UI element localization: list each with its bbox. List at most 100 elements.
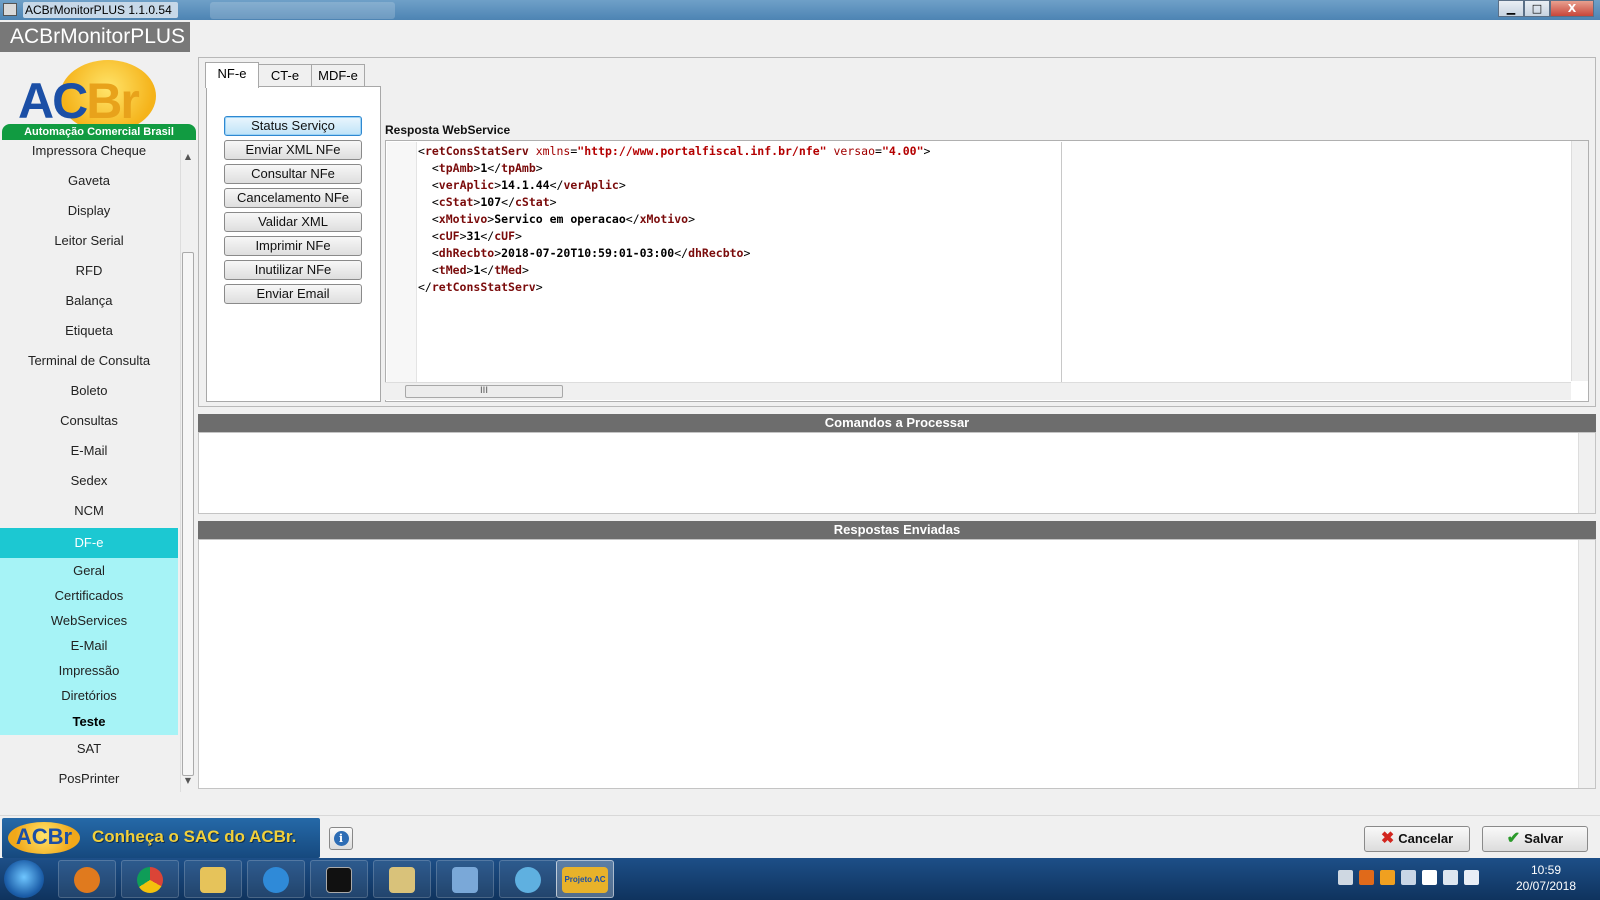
scroll-down-icon[interactable]: ▼ (182, 776, 194, 790)
comandos-scrollbar[interactable] (1578, 433, 1595, 513)
xml-line: <tMed>1</tMed> (431, 263, 529, 277)
keyboard-icon[interactable] (1338, 870, 1353, 885)
response-hscrollbar[interactable]: III (385, 382, 1571, 400)
sidebar-item-consultas[interactable]: Consultas (0, 408, 178, 434)
respostas-enviadas-header: Respostas Enviadas (198, 521, 1596, 539)
start-button[interactable] (4, 860, 44, 898)
sidebar-subitem-geral[interactable]: Geral (0, 558, 178, 583)
xml-line-root-close: </retConsStatServ> (418, 280, 543, 294)
comandos-a-processar-pane[interactable] (198, 432, 1596, 514)
terminal-icon (326, 867, 352, 893)
taskbar-clock[interactable]: 10:59 20/07/2018 (1508, 862, 1584, 894)
sidebar-menu: Impressora Cheque Gaveta Display Leitor … (0, 142, 178, 792)
cancel-label: Cancelar (1398, 831, 1454, 846)
xml-line: <xMotivo>Servico em operacao</xMotivo> (431, 212, 696, 226)
sidebar-item-rfd[interactable]: RFD (0, 258, 178, 284)
minimize-button[interactable]: ▁ (1498, 0, 1524, 17)
sidebar-item-sedex[interactable]: Sedex (0, 468, 178, 494)
maximize-button[interactable]: □ (1524, 0, 1550, 17)
response-hscroll-thumb[interactable]: III (405, 385, 563, 398)
enviar-email-button[interactable]: Enviar Email (224, 284, 362, 304)
sidebar-item-ncm[interactable]: NCM (0, 498, 178, 524)
scroll-up-icon[interactable]: ▲ (182, 152, 194, 166)
media-player-icon (74, 867, 100, 893)
app-name: ACBrMonitorPLUS (0, 22, 190, 52)
taskbar-cmd[interactable] (310, 860, 368, 898)
flag-icon[interactable] (1422, 870, 1437, 885)
internet-explorer-icon (263, 867, 289, 893)
taskbar-file-manager[interactable] (373, 860, 431, 898)
tab-mdfe[interactable]: MDF-e (311, 64, 365, 86)
window-title: ACBrMonitorPLUS 1.1.0.54 (23, 2, 178, 18)
app-header (0, 20, 1600, 52)
app-tray-icon[interactable] (1359, 870, 1374, 885)
taskbar-control-panel[interactable] (436, 860, 494, 898)
sidebar-subitem-email[interactable]: E-Mail (0, 633, 178, 658)
logo-letters: ACBr (18, 73, 140, 129)
network-icon[interactable] (1443, 870, 1458, 885)
taskbar-chrome[interactable] (121, 860, 179, 898)
taskbar-explorer[interactable] (184, 860, 242, 898)
sidebar-item-email[interactable]: E-Mail (0, 438, 178, 464)
cancelamento-nfe-button[interactable]: Cancelamento NFe (224, 188, 362, 208)
folder-icon (200, 867, 226, 893)
cancel-button[interactable]: ✖ Cancelar (1364, 826, 1470, 852)
xml-line-root-open: <retConsStatServ xmlns="http://www.porta… (418, 144, 931, 158)
sidebar-item-impressora-cheque[interactable]: Impressora Cheque (0, 142, 178, 160)
response-gutter (387, 142, 417, 387)
tab-cte[interactable]: CT-e (258, 64, 312, 86)
sidebar-subitem-diretorios[interactable]: Diretórios (0, 683, 178, 708)
validar-xml-button[interactable]: Validar XML (224, 212, 362, 232)
sidebar-subitem-certificados[interactable]: Certificados (0, 583, 178, 608)
sidebar-item-dfe[interactable]: DF-e (0, 528, 178, 558)
imprimir-nfe-button[interactable]: Imprimir NFe (224, 236, 362, 256)
taskbar-network-app[interactable] (499, 860, 557, 898)
display-icon[interactable] (1401, 870, 1416, 885)
control-panel-icon (452, 867, 478, 893)
sidebar-subitem-impressao[interactable]: Impressão (0, 658, 178, 683)
xml-line: <tpAmb>1</tpAmb> (431, 161, 543, 175)
sidebar-scroll-thumb[interactable] (182, 252, 194, 776)
window-titlebar: ACBrMonitorPLUS 1.1.0.54 ▁ □ X (0, 0, 1600, 20)
taskbar-media-player[interactable] (58, 860, 116, 898)
sidebar-item-boleto[interactable]: Boleto (0, 378, 178, 404)
acbr-logo: ACBr Automação Comercial Brasil (0, 58, 196, 142)
xml-line: <dhRecbto>2018-07-20T10:59:01-03:00</dhR… (431, 246, 751, 260)
background-window-tab (210, 2, 395, 19)
sac-banner[interactable]: ACBr Conheça o SAC do ACBr. (2, 818, 320, 858)
enviar-xml-nfe-button[interactable]: Enviar XML NFe (224, 140, 362, 160)
files-icon (389, 867, 415, 893)
sidebar-item-posprinter[interactable]: PosPrinter (0, 766, 178, 792)
save-button[interactable]: ✔ Salvar (1482, 826, 1588, 852)
close-button[interactable]: X (1550, 0, 1594, 17)
response-vscrollbar[interactable] (1571, 141, 1588, 381)
sidebar-subitem-webservices[interactable]: WebServices (0, 608, 178, 633)
consultar-nfe-button[interactable]: Consultar NFe (224, 164, 362, 184)
sidebar-scrollbar[interactable]: ▲ ▼ (180, 150, 194, 792)
sidebar-subitem-teste[interactable]: Teste (0, 708, 178, 735)
sidebar-item-leitor-serial[interactable]: Leitor Serial (0, 228, 178, 254)
inutilizar-nfe-button[interactable]: Inutilizar NFe (224, 260, 362, 280)
respostas-enviadas-pane[interactable] (198, 539, 1596, 789)
logo-tagline: Automação Comercial Brasil (2, 124, 196, 140)
update-icon[interactable] (1380, 870, 1395, 885)
window-controls: ▁ □ X (1498, 0, 1594, 17)
xml-line: <cUF>31</cUF> (431, 229, 522, 243)
checkmark-icon: ✔ (1506, 830, 1521, 847)
sidebar-item-balanca[interactable]: Balança (0, 288, 178, 314)
sidebar-item-terminal-de-consulta[interactable]: Terminal de Consulta (0, 348, 178, 374)
sidebar-item-display[interactable]: Display (0, 198, 178, 224)
sidebar-item-gaveta[interactable]: Gaveta (0, 168, 178, 194)
taskbar-internet-explorer[interactable] (247, 860, 305, 898)
xml-response: <retConsStatServ xmlns="http://www.porta… (418, 143, 930, 296)
tab-nfe[interactable]: NF-e (205, 62, 259, 88)
sidebar-item-sat[interactable]: SAT (0, 736, 178, 762)
volume-icon[interactable] (1464, 870, 1479, 885)
status-servico-button[interactable]: Status Serviço (224, 116, 362, 136)
info-button[interactable]: i (329, 827, 353, 850)
sac-logo: ACBr (8, 822, 80, 854)
taskbar-acbr-monitor[interactable]: Projeto AC (556, 860, 614, 898)
sidebar-item-etiqueta[interactable]: Etiqueta (0, 318, 178, 344)
sac-label: Conheça o SAC do ACBr. (92, 827, 297, 846)
respostas-scrollbar[interactable] (1578, 540, 1595, 788)
